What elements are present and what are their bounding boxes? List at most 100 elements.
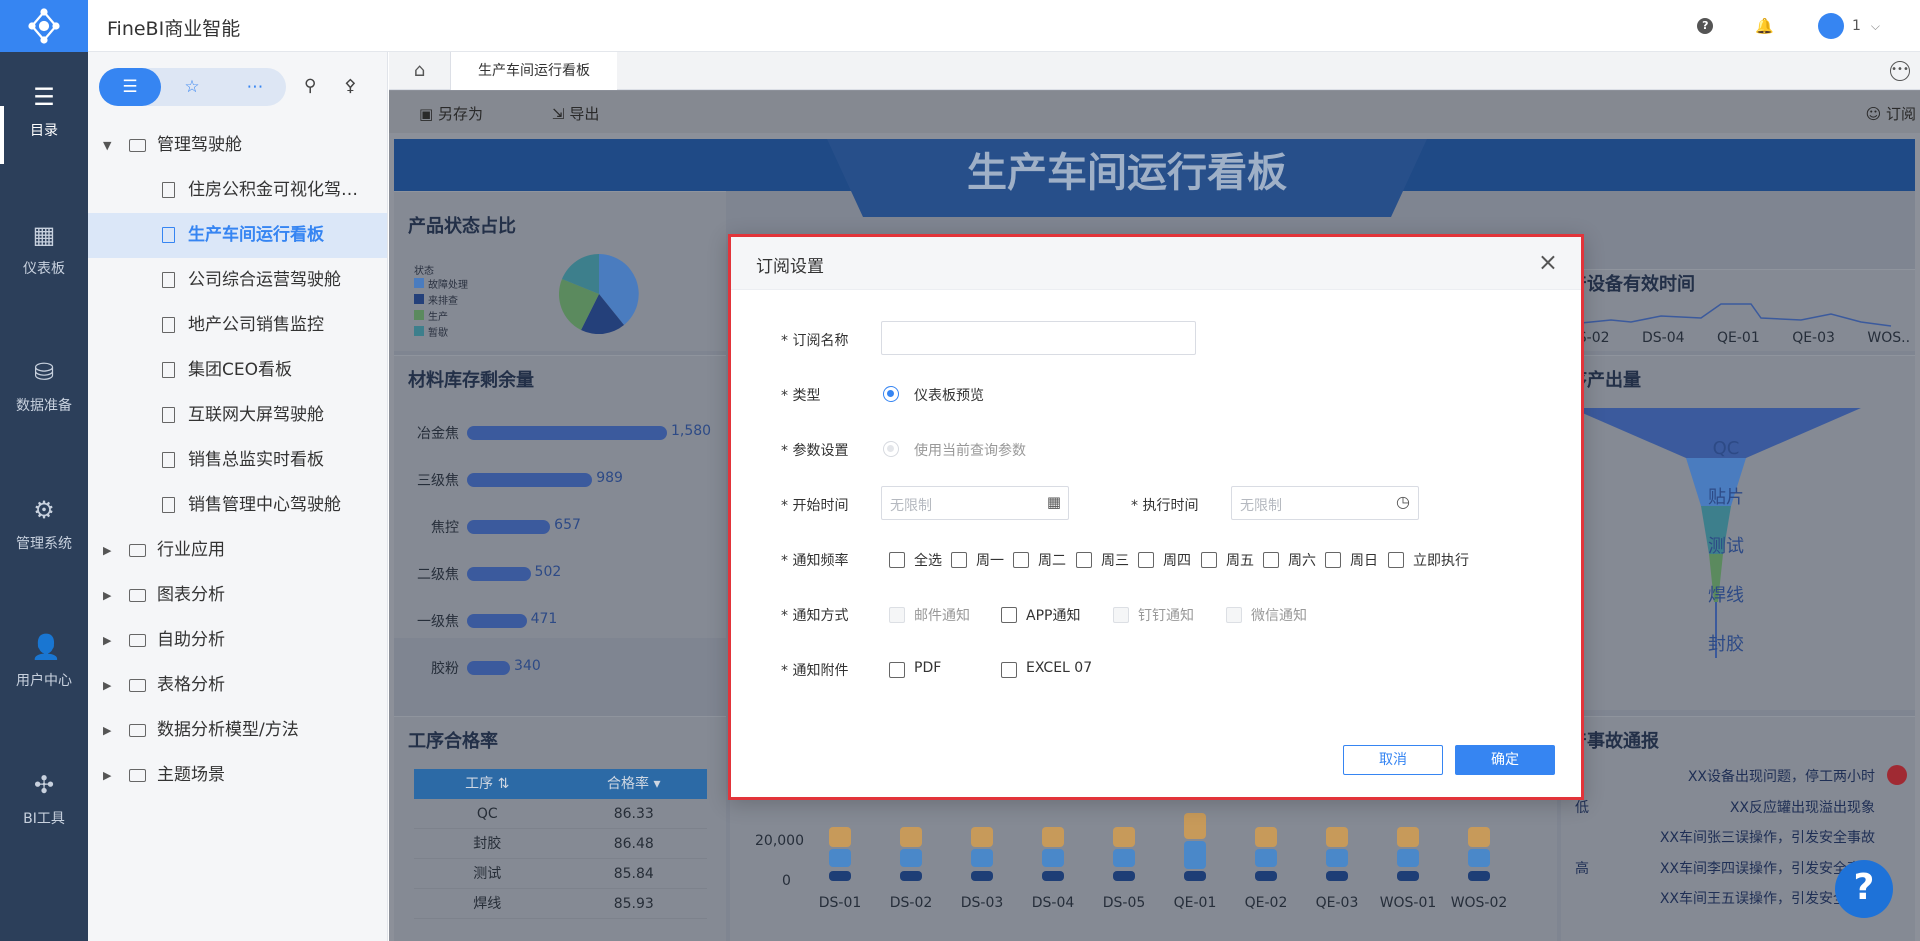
chevron-down-icon[interactable]: ⌵ bbox=[1871, 19, 1880, 34]
tree-item[interactable]: 住房公积金可视化驾驶舱 bbox=[88, 168, 387, 213]
checkbox-label[interactable]: 周六 bbox=[1288, 550, 1316, 570]
checkbox-label[interactable]: 周二 bbox=[1038, 550, 1066, 570]
tree-item-selected[interactable]: 生产车间运行看板 bbox=[88, 213, 387, 258]
tree-folder[interactable]: ▶ 数据分析模型/方法 bbox=[88, 708, 387, 753]
tree-folder[interactable]: ▶ 主题场景 bbox=[88, 753, 387, 798]
checkbox-label[interactable]: 周五 bbox=[1226, 550, 1254, 570]
tree-folder[interactable]: ▶ 表格分析 bbox=[88, 663, 387, 708]
help-button[interactable]: ? bbox=[1835, 860, 1893, 918]
clock-icon[interactable]: ◷ bbox=[1396, 492, 1410, 511]
stacked-column-segment[interactable] bbox=[1255, 827, 1277, 847]
bar[interactable] bbox=[467, 661, 511, 675]
calendar-icon[interactable]: ▦ bbox=[1047, 493, 1061, 511]
avatar[interactable] bbox=[1817, 13, 1844, 39]
list-view-icon[interactable]: ☰ bbox=[99, 68, 161, 106]
radio-label[interactable]: 仪表板预览 bbox=[914, 385, 984, 405]
method-checkbox-app[interactable] bbox=[1001, 607, 1017, 623]
freq-checkbox-wed[interactable] bbox=[1076, 552, 1092, 568]
checkbox-label[interactable]: 周三 bbox=[1101, 550, 1129, 570]
checkbox-label[interactable]: 周四 bbox=[1163, 550, 1191, 570]
nav-item-bi-tools[interactable]: ✣ BI工具 bbox=[0, 740, 88, 860]
tree-item[interactable]: 销售总监实时看板 bbox=[88, 438, 387, 483]
attach-checkbox-excel[interactable] bbox=[1001, 662, 1017, 678]
stacked-column-segment[interactable] bbox=[900, 827, 922, 847]
checkbox-label[interactable]: 全选 bbox=[914, 550, 942, 570]
user-name[interactable]: 1 bbox=[1852, 18, 1861, 34]
tree-item[interactable]: 公司综合运营驾驶舱 bbox=[88, 258, 387, 303]
freq-checkbox-thu[interactable] bbox=[1138, 552, 1154, 568]
stacked-column-segment[interactable] bbox=[829, 871, 851, 881]
stacked-column-segment[interactable] bbox=[1468, 871, 1490, 881]
cancel-button[interactable]: 取消 bbox=[1343, 745, 1443, 775]
tree-item[interactable]: 销售管理中心驾驶舱 bbox=[88, 483, 387, 528]
caret-down-icon[interactable]: ▼ bbox=[103, 123, 111, 168]
nav-item-admin[interactable]: ⚙ 管理系统 bbox=[0, 465, 88, 585]
nav-item-dashboard[interactable]: ▦ 仪表板 bbox=[0, 190, 88, 310]
caret-right-icon[interactable]: ▶ bbox=[103, 618, 111, 663]
app-logo[interactable] bbox=[0, 0, 88, 52]
subscription-name-input[interactable] bbox=[881, 321, 1196, 355]
stacked-column-segment[interactable] bbox=[1113, 827, 1135, 847]
stacked-column-segment[interactable] bbox=[1255, 871, 1277, 881]
stacked-column-segment[interactable] bbox=[1326, 827, 1348, 847]
caret-right-icon[interactable]: ▶ bbox=[103, 663, 111, 708]
checkbox-label[interactable]: EXCEL 07 bbox=[1026, 660, 1092, 676]
checkbox-label[interactable]: APP通知 bbox=[1026, 605, 1080, 625]
stacked-column-segment[interactable] bbox=[1184, 813, 1206, 839]
checkbox-label[interactable]: 周日 bbox=[1350, 550, 1378, 570]
bar[interactable] bbox=[467, 520, 551, 534]
stacked-column-segment[interactable] bbox=[1468, 827, 1490, 847]
nav-item-catalog[interactable]: ☰ 目录 bbox=[0, 52, 88, 172]
stacked-column-segment[interactable] bbox=[971, 871, 993, 881]
tree-folder[interactable]: ▶ 图表分析 bbox=[88, 573, 387, 618]
subscribe-button[interactable]: ☺ 订阅 bbox=[1866, 103, 1916, 124]
tree-folder[interactable]: ▶ 行业应用 bbox=[88, 528, 387, 573]
column-header[interactable]: 合格率 ▾ bbox=[561, 769, 708, 799]
stacked-column-segment[interactable] bbox=[900, 871, 922, 881]
method-checkbox-dingtalk[interactable] bbox=[1113, 607, 1129, 623]
checkbox-label[interactable]: 周一 bbox=[976, 550, 1004, 570]
tree-item[interactable]: 地产公司销售监控 bbox=[88, 303, 387, 348]
more-icon[interactable]: ••• bbox=[1890, 61, 1910, 81]
stacked-column-segment[interactable] bbox=[1397, 827, 1419, 847]
freq-checkbox-sat[interactable] bbox=[1263, 552, 1279, 568]
tree-folder[interactable]: ▶ 自助分析 bbox=[88, 618, 387, 663]
caret-right-icon[interactable]: ▶ bbox=[103, 573, 111, 618]
freq-checkbox-mon[interactable] bbox=[951, 552, 967, 568]
stacked-column-segment[interactable] bbox=[1042, 849, 1064, 867]
stacked-column-segment[interactable] bbox=[829, 849, 851, 867]
nav-item-user-center[interactable]: 👤 用户中心 bbox=[0, 602, 88, 722]
tree-item[interactable]: 互联网大屏驾驶舱 bbox=[88, 393, 387, 438]
stacked-column-segment[interactable] bbox=[1468, 849, 1490, 867]
stacked-column-segment[interactable] bbox=[1184, 841, 1206, 869]
method-checkbox-email[interactable] bbox=[889, 607, 905, 623]
stacked-column-segment[interactable] bbox=[1326, 871, 1348, 881]
home-icon[interactable]: ⌂ bbox=[389, 52, 451, 90]
tree-folder-root[interactable]: ▼ 管理驾驶舱 bbox=[88, 123, 387, 168]
tab-dashboard[interactable]: 生产车间运行看板 bbox=[451, 52, 617, 90]
stacked-column-segment[interactable] bbox=[900, 849, 922, 867]
share-icon[interactable]: ⋯ bbox=[224, 68, 286, 106]
caret-right-icon[interactable]: ▶ bbox=[103, 708, 111, 753]
close-icon[interactable]: × bbox=[1538, 248, 1558, 276]
attach-checkbox-pdf[interactable] bbox=[889, 662, 905, 678]
caret-right-icon[interactable]: ▶ bbox=[103, 528, 111, 573]
stacked-column-segment[interactable] bbox=[1326, 849, 1348, 867]
exec-time-input[interactable]: 无限制 ◷ bbox=[1231, 486, 1419, 520]
freq-checkbox-now[interactable] bbox=[1388, 552, 1404, 568]
pin-icon[interactable]: ⚴ bbox=[344, 76, 356, 96]
freq-checkbox-tue[interactable] bbox=[1013, 552, 1029, 568]
stacked-column-segment[interactable] bbox=[1397, 849, 1419, 867]
radio-label[interactable]: 使用当前查询参数 bbox=[914, 440, 1026, 460]
bar[interactable] bbox=[467, 567, 531, 581]
stacked-column-segment[interactable] bbox=[1184, 871, 1206, 881]
tree-item[interactable]: 集团CEO看板 bbox=[88, 348, 387, 393]
column-header[interactable]: 工序 ⇅ bbox=[414, 769, 561, 799]
export-button[interactable]: ⇲ 导出 bbox=[552, 103, 599, 124]
freq-checkbox-fri[interactable] bbox=[1201, 552, 1217, 568]
method-checkbox-wechat[interactable] bbox=[1226, 607, 1242, 623]
stacked-column-segment[interactable] bbox=[829, 827, 851, 847]
stacked-column-segment[interactable] bbox=[1042, 827, 1064, 847]
stacked-column-segment[interactable] bbox=[971, 849, 993, 867]
checkbox-label[interactable]: 立即执行 bbox=[1413, 550, 1469, 570]
